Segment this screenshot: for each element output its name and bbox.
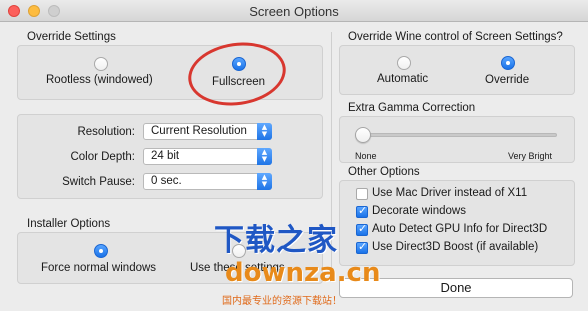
override-label[interactable]: Override xyxy=(485,74,529,86)
auto-detect-gpu-label[interactable]: Auto Detect GPU Info for Direct3D xyxy=(372,223,547,235)
gamma-min-label: None xyxy=(355,151,377,161)
switch-pause-value: 0 sec. xyxy=(151,175,182,187)
override-settings-heading: Override Settings xyxy=(27,31,116,43)
direct3d-boost-checkbox[interactable] xyxy=(356,240,368,254)
chevron-updown-icon: ▲ ▼ xyxy=(257,148,272,165)
title-bar: Screen Options xyxy=(0,0,588,22)
force-normal-windows-radio[interactable] xyxy=(94,244,108,258)
color-depth-select[interactable]: 24 bit ▲ ▼ xyxy=(143,148,272,165)
window-title: Screen Options xyxy=(249,4,339,19)
force-normal-windows-label[interactable]: Force normal windows xyxy=(41,262,156,274)
automatic-label[interactable]: Automatic xyxy=(377,73,428,85)
wine-control-heading: Override Wine control of Screen Settings… xyxy=(348,31,563,43)
watermark-domain: downza.cn xyxy=(225,258,381,288)
automatic-radio[interactable] xyxy=(397,56,411,70)
override-radio[interactable] xyxy=(501,56,515,70)
resolution-label: Resolution: xyxy=(77,126,135,138)
watermark-logo-text: 下载之家 xyxy=(214,224,338,257)
chevron-updown-icon: ▲ ▼ xyxy=(257,123,272,140)
watermark-tagline: 国内最专业的资源下载站！ xyxy=(222,296,342,307)
decorate-windows-checkbox[interactable] xyxy=(356,204,368,218)
color-depth-label: Color Depth: xyxy=(70,151,135,163)
resolution-select[interactable]: Current Resolution ▲ ▼ xyxy=(143,123,272,140)
color-depth-value: 24 bit xyxy=(151,150,180,162)
direct3d-boost-label[interactable]: Use Direct3D Boost (if available) xyxy=(372,241,538,253)
other-options-heading: Other Options xyxy=(348,166,420,178)
resolution-value: Current Resolution xyxy=(151,125,247,137)
auto-detect-gpu-checkbox[interactable] xyxy=(356,222,368,236)
switch-pause-label: Switch Pause: xyxy=(62,176,135,188)
gamma-heading: Extra Gamma Correction xyxy=(348,102,476,114)
use-mac-driver-checkbox[interactable] xyxy=(356,188,368,200)
use-mac-driver-label[interactable]: Use Mac Driver instead of X11 xyxy=(372,187,527,199)
switch-pause-select[interactable]: 0 sec. ▲ ▼ xyxy=(143,173,272,190)
wine-control-group xyxy=(339,45,575,95)
chevron-updown-icon: ▲ ▼ xyxy=(257,173,272,190)
gamma-max-label: Very Bright xyxy=(508,151,553,161)
gamma-slider-knob[interactable] xyxy=(355,127,371,143)
rootless-label[interactable]: Rootless (windowed) xyxy=(46,74,153,86)
installer-options-heading: Installer Options xyxy=(27,218,111,230)
decorate-windows-label[interactable]: Decorate windows xyxy=(372,205,466,217)
gamma-slider-track[interactable] xyxy=(355,133,557,137)
rootless-radio[interactable] xyxy=(94,57,108,71)
